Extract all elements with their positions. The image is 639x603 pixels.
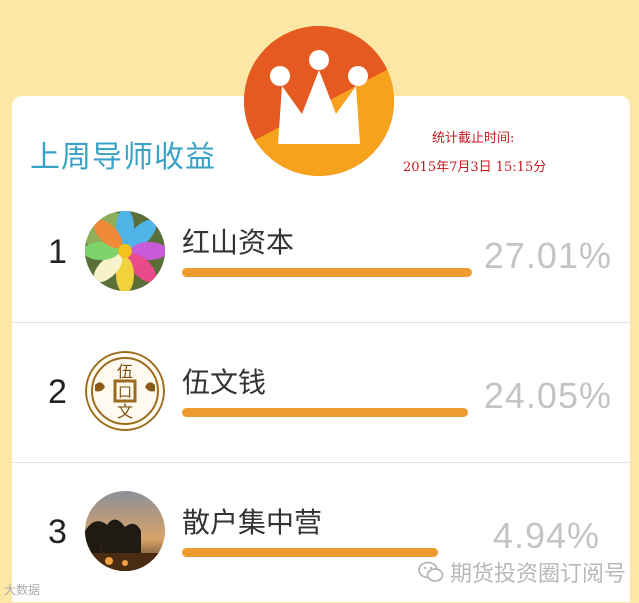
mentor-name: 伍文钱 xyxy=(182,366,267,399)
watermark-left: 大数据 xyxy=(4,583,41,597)
watermark-right-text: 期货投资圈订阅号 xyxy=(450,562,627,587)
return-bar xyxy=(182,408,468,417)
return-bar xyxy=(182,548,438,557)
mentor-name: 红山资本 xyxy=(182,226,295,259)
coin-text-middle: 口 xyxy=(118,385,132,401)
rank-number: 3 xyxy=(48,513,67,551)
flower-avatar-icon xyxy=(85,211,165,291)
ranking-row[interactable]: 1 红山资本 27.01% xyxy=(12,183,630,323)
stat-cutoff-time: 2015年7月3日 15:15分 xyxy=(403,160,547,175)
coin-text-bottom: 文 xyxy=(117,402,133,421)
mentor-name: 散户集中营 xyxy=(182,506,323,539)
watermark-right: 期货投资圈订阅号 xyxy=(418,556,626,588)
crown-icon xyxy=(244,26,394,176)
page-title: 上周导师收益 xyxy=(30,140,216,175)
return-percent: 27.01% xyxy=(483,235,612,276)
sunset-tree-avatar-icon xyxy=(85,491,165,571)
coin-text-top: 伍 xyxy=(117,362,133,381)
ranking-row[interactable]: 2 伍 文 口 伍文钱 24.05% xyxy=(12,323,630,463)
return-percent: 4.94% xyxy=(492,515,600,556)
rank-number: 2 xyxy=(48,373,67,411)
stat-cutoff-label: 统计截止时间: xyxy=(432,131,515,146)
return-percent: 24.05% xyxy=(483,375,612,416)
return-bar xyxy=(182,268,472,277)
coin-avatar-icon: 伍 文 口 xyxy=(85,351,165,431)
crown-badge xyxy=(244,26,394,176)
wechat-icon xyxy=(418,561,444,582)
rank-number: 1 xyxy=(48,233,67,271)
